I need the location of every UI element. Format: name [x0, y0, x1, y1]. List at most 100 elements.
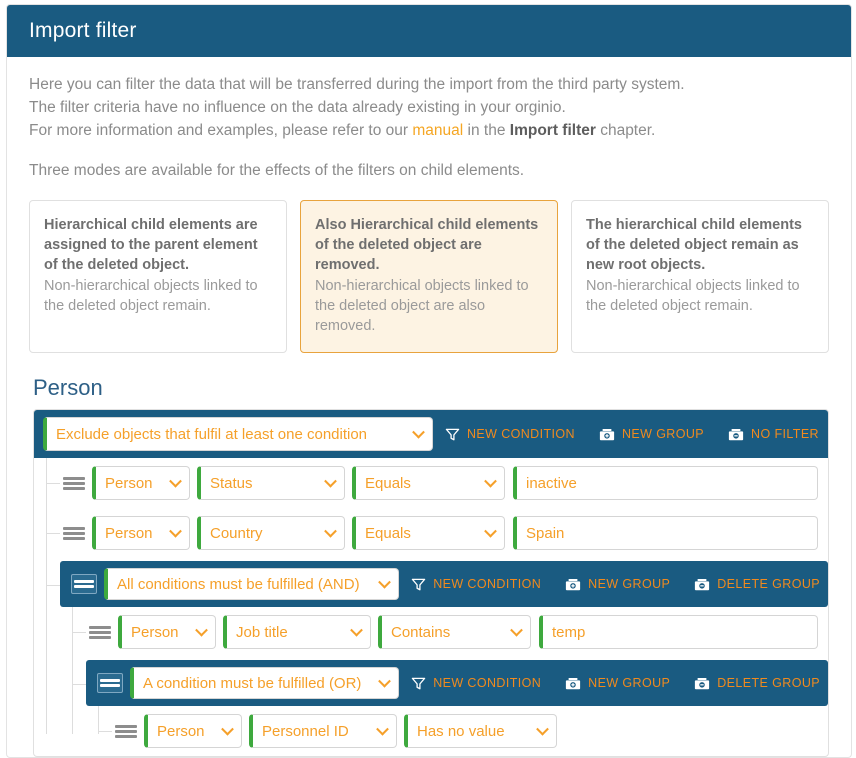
intro-line-3-mid: in the — [463, 122, 510, 139]
new-group-label: NEW GROUP — [588, 676, 671, 690]
chevron-down-icon — [378, 674, 392, 688]
funnel-icon — [411, 578, 426, 590]
new-group-button[interactable]: NEW GROUP — [565, 577, 670, 592]
root-group-bar: Exclude objects that fulfil at least one… — [34, 410, 828, 458]
new-condition-label: NEW CONDITION — [433, 577, 542, 591]
condition-field-select[interactable]: Country — [197, 516, 345, 550]
tree-connector — [72, 632, 86, 633]
root-group-mode-select[interactable]: Exclude objects that fulfil at least one… — [43, 417, 433, 451]
condition-object-select[interactable]: Person — [92, 466, 190, 500]
condition-operator-value: Equals — [365, 474, 411, 492]
section-title-person: Person — [33, 375, 103, 400]
new-condition-button[interactable]: NEW CONDITION — [411, 577, 541, 592]
condition-row-job-title: Person Job title Contains temp — [72, 607, 828, 657]
intro-line-3-pre: For more information and examples, pleas… — [29, 122, 413, 139]
delete-group-button[interactable]: DELETE GROUP — [694, 676, 820, 691]
folder-plus-icon — [566, 578, 581, 590]
drag-handle-icon[interactable] — [63, 525, 85, 541]
and-group-mode-select[interactable]: All conditions must be fulfilled (AND) — [104, 568, 400, 600]
condition-object-select[interactable]: Person — [118, 615, 216, 649]
condition-row-status: Person Status Equals inactive — [46, 458, 828, 508]
delete-group-label: DELETE GROUP — [717, 577, 820, 591]
condition-object-value: Person — [105, 524, 153, 542]
and-group-mode-value: All conditions must be fulfilled (AND) — [117, 575, 360, 593]
mode-card-keep-as-root[interactable]: The hierarchical child elements of the d… — [571, 200, 829, 353]
condition-field-value: Status — [210, 474, 253, 492]
and-group: All conditions must be fulfilled (AND) N… — [46, 561, 828, 756]
condition-field-select[interactable]: Job title — [223, 615, 371, 649]
folder-plus-icon — [566, 677, 581, 689]
chevron-down-icon — [169, 524, 182, 538]
condition-operator-select[interactable]: Has no value — [404, 714, 557, 748]
chevron-down-icon — [221, 722, 234, 736]
and-group-actions: NEW CONDITION NEW GROUP DELETE GROUP — [411, 577, 820, 592]
condition-operator-select[interactable]: Equals — [352, 516, 505, 550]
no-filter-button[interactable]: NO FILTER — [728, 427, 819, 442]
folder-plus-icon — [599, 428, 615, 440]
condition-field-select[interactable]: Status — [197, 466, 345, 500]
drag-handle-icon[interactable] — [115, 723, 137, 739]
tree-connector — [46, 585, 60, 586]
new-group-button[interactable]: NEW GROUP — [565, 676, 670, 691]
condition-operator-select[interactable]: Contains — [378, 615, 531, 649]
chevron-down-icon — [378, 575, 392, 589]
or-group-mode-value: A condition must be fulfilled (OR) — [143, 674, 362, 692]
import-filter-panel: Import filter Here you can filter the da… — [6, 4, 852, 758]
mode-card-remove-children[interactable]: Also Hierarchical child elements of the … — [300, 200, 558, 353]
condition-operator-value: Has no value — [417, 722, 505, 740]
new-group-button[interactable]: NEW GROUP — [599, 427, 704, 442]
intro-line-1: Here you can filter the data that will b… — [29, 76, 685, 93]
drag-handle-icon[interactable] — [71, 574, 97, 594]
condition-field-value: Job title — [236, 623, 288, 641]
tree-connector — [46, 483, 60, 484]
condition-field-value: Country — [210, 524, 263, 542]
condition-operator-value: Contains — [391, 623, 451, 641]
manual-link[interactable]: manual — [412, 122, 463, 139]
chevron-down-icon — [376, 722, 389, 736]
chevron-down-icon — [510, 623, 523, 637]
and-group-children: Person Job title Contains temp A conditi… — [60, 607, 828, 756]
drag-handle-icon[interactable] — [63, 475, 85, 491]
chevron-down-icon — [536, 722, 549, 736]
or-group-mode-select[interactable]: A condition must be fulfilled (OR) — [130, 667, 400, 699]
folder-minus-icon — [695, 677, 710, 689]
delete-group-label: DELETE GROUP — [717, 676, 820, 690]
condition-operator-select[interactable]: Equals — [352, 466, 505, 500]
condition-row-country: Person Country Equals Spain — [46, 508, 828, 558]
root-group-children: Person Status Equals inactive Person Cou… — [34, 458, 828, 756]
or-group-bar: A condition must be fulfilled (OR) NEW C… — [86, 660, 828, 706]
new-condition-button[interactable]: NEW CONDITION — [445, 427, 575, 442]
root-group-actions: NEW CONDITION NEW GROUP NO FILTER — [445, 427, 819, 442]
mode-card-list: Hierarchical child elements are assigned… — [29, 200, 829, 353]
or-group-actions: NEW CONDITION NEW GROUP DELETE GROUP — [411, 676, 820, 691]
panel-body: Here you can filter the data that will b… — [7, 57, 851, 757]
no-filter-label: NO FILTER — [751, 427, 819, 441]
delete-group-button[interactable]: DELETE GROUP — [694, 577, 820, 592]
condition-value-input[interactable]: inactive — [513, 466, 818, 500]
drag-handle-icon[interactable] — [89, 624, 111, 640]
funnel-icon — [411, 677, 426, 689]
chevron-down-icon — [412, 425, 425, 439]
chevron-down-icon — [484, 524, 497, 538]
condition-object-value: Person — [131, 623, 179, 641]
mode-card-reassign-to-parent[interactable]: Hierarchical child elements are assigned… — [29, 200, 287, 353]
new-condition-button[interactable]: NEW CONDITION — [411, 676, 541, 691]
page-title: Import filter — [29, 19, 137, 42]
folder-minus-icon — [695, 578, 710, 590]
condition-object-select[interactable]: Person — [92, 516, 190, 550]
condition-field-value: Personnel ID — [262, 722, 349, 740]
mode-card-subtitle: Non-hierarchical objects linked to the d… — [586, 278, 800, 314]
funnel-icon — [445, 428, 460, 440]
drag-handle-icon[interactable] — [97, 673, 123, 693]
condition-value-input[interactable]: Spain — [513, 516, 818, 550]
intro-line-3: For more information and examples, pleas… — [29, 119, 829, 142]
tree-connector — [46, 533, 60, 534]
and-group-bar: All conditions must be fulfilled (AND) N… — [60, 561, 828, 607]
condition-field-select[interactable]: Personnel ID — [249, 714, 397, 748]
condition-object-select[interactable]: Person — [144, 714, 242, 748]
condition-value-input[interactable]: temp — [539, 615, 818, 649]
chevron-down-icon — [350, 623, 363, 637]
mode-card-subtitle: Non-hierarchical objects linked to the d… — [44, 278, 258, 314]
mode-card-title: Hierarchical child elements are assigned… — [44, 217, 258, 273]
chevron-down-icon — [195, 623, 208, 637]
